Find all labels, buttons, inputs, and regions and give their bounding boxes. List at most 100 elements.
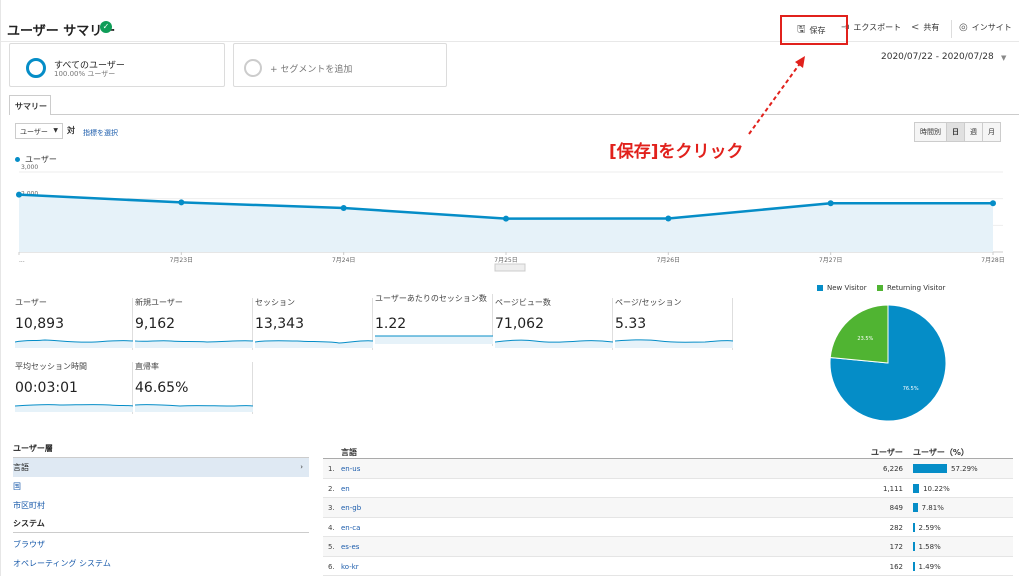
data-point[interactable] <box>178 199 185 206</box>
segment-percentage: 100.00% ユーザー <box>54 70 116 78</box>
insight-icon: ◎ <box>959 22 968 33</box>
granularity-day[interactable]: 日 <box>947 123 965 141</box>
row-index: 5. <box>328 543 335 551</box>
data-point[interactable] <box>827 200 834 207</box>
column-language: 言語 <box>341 448 357 457</box>
data-point[interactable] <box>340 205 347 211</box>
metric-select[interactable]: ユーザー ▼ <box>15 123 63 139</box>
sparkline-fill <box>375 336 493 344</box>
percent-bar <box>913 542 915 551</box>
data-point[interactable] <box>16 191 22 198</box>
x-tick-label: 7月23日 <box>170 257 193 264</box>
scorecard-sparkline <box>615 339 733 348</box>
percent-value: 1.58% <box>918 543 941 551</box>
percent-bar <box>913 561 915 571</box>
add-segment-button[interactable]: + セグメントを追加 <box>233 43 447 87</box>
column-users: ユーザー <box>871 448 903 457</box>
demographics-header: ユーザー層 <box>13 443 309 458</box>
table-row: 1. en-us 6,226 57.29% <box>323 459 1013 479</box>
metric-select-value: ユーザー <box>20 128 48 136</box>
pie-legend-returning: Returning Visitor <box>877 284 945 292</box>
system-header: システム <box>13 515 309 533</box>
users-value: 282 <box>889 523 903 532</box>
export-button[interactable]: ⇥ エクスポート <box>841 22 901 33</box>
language-table: 言語 ユーザー ユーザー（%） 1. en-us 6,226 57.29% 2. en 1,… <box>323 443 1013 576</box>
scorecard-sparkline <box>375 335 493 344</box>
share-button[interactable]: < 共有 <box>911 22 939 33</box>
scorecard-label: セッション <box>255 298 295 307</box>
language-link[interactable]: en-ca <box>341 524 360 532</box>
scorecard-label: 新規ユーザー <box>135 298 183 307</box>
granularity-toggle: 時間別 日 週 月 <box>914 122 1001 142</box>
annotation-text: [保存]をクリック <box>609 142 744 162</box>
scorecard-label: 直帰率 <box>135 362 159 371</box>
language-link[interactable]: en <box>341 485 350 493</box>
pie-slice-label: 76.5% <box>903 386 919 392</box>
granularity-month[interactable]: 月 <box>983 123 1000 141</box>
data-point[interactable] <box>665 215 672 222</box>
dimension-city[interactable]: 市区町村 <box>13 496 309 515</box>
percent-value: 10.22% <box>923 484 950 493</box>
scorecard-value: 9,162 <box>135 316 176 332</box>
scorecard: ページ/セッション 5.33 <box>613 298 733 350</box>
scorecard-sparkline <box>135 340 253 348</box>
percent-value: 57.29% <box>951 465 978 473</box>
pie-legend-new: New Visitor <box>817 284 867 292</box>
language-link[interactable]: es-es <box>341 543 359 551</box>
column-users-percent: ユーザー（%） <box>913 448 969 457</box>
scorecard-sparkline <box>495 339 613 348</box>
data-point[interactable] <box>503 215 509 222</box>
save-highlight-box <box>780 15 848 45</box>
granularity-hourly[interactable]: 時間別 <box>915 123 947 141</box>
scorecard-label: ユーザー <box>15 298 47 307</box>
dimension-list: ユーザー層 言語 › 国 市区町村 システム ブラウザ オペレーティング システ… <box>13 443 309 573</box>
scorecard: 平均セッション時間 00:03:01 <box>13 362 133 414</box>
chart-collapse-handle[interactable] <box>494 263 526 272</box>
legend-dot <box>15 157 20 162</box>
scorecard-sparkline <box>135 404 253 412</box>
tab-divider <box>51 114 1019 115</box>
segment-ring-icon <box>26 58 46 78</box>
select-metric-link[interactable]: 指標を選択 <box>83 128 118 138</box>
language-link[interactable]: ko-kr <box>341 563 359 571</box>
pie-slice-label: 23.5% <box>857 336 873 342</box>
export-label: エクスポート <box>853 23 902 32</box>
percent-bar <box>913 483 920 493</box>
row-index: 3. <box>328 504 335 512</box>
table-row: 3. en-gb 849 7.81% <box>323 498 1013 518</box>
users-value: 849 <box>889 504 903 512</box>
percent-value: 2.59% <box>918 523 941 532</box>
table-row: 4. en-ca 282 2.59% <box>323 518 1013 537</box>
scorecard-label: ページ/セッション <box>615 298 682 307</box>
legend-swatch <box>817 285 823 291</box>
insight-label: インサイト <box>971 23 1012 32</box>
row-index: 6. <box>328 562 335 571</box>
tab-summary[interactable]: サマリー <box>9 95 51 115</box>
language-link[interactable]: en-us <box>341 465 360 473</box>
users-line-chart: 3,0002,0001,000 ...7月23日7月24日7月25日7月26日7… <box>16 164 1005 272</box>
scorecard: 新規ユーザー 9,162 <box>133 298 253 350</box>
chevron-down-icon[interactable]: ▼ <box>1001 54 1006 62</box>
dimension-browser[interactable]: ブラウザ <box>13 535 309 554</box>
data-point[interactable] <box>990 200 996 207</box>
pie-slice[interactable] <box>829 304 889 364</box>
language-link[interactable]: en-gb <box>341 504 361 512</box>
percent-value: 7.81% <box>921 504 944 512</box>
table-row: 6. ko-kr 162 1.49% <box>323 557 1013 576</box>
table-row: 2. en 1,111 10.22% <box>323 479 1013 498</box>
empty-ring-icon <box>244 59 262 77</box>
scorecard-value: 5.33 <box>615 316 647 332</box>
legend-new-label: New Visitor <box>827 284 867 292</box>
dimension-language[interactable]: 言語 › <box>13 458 309 477</box>
scorecard-label: ユーザーあたりのセッション数 <box>375 294 487 303</box>
legend-returning-label: Returning Visitor <box>887 284 946 292</box>
insight-button[interactable]: ◎ インサイト <box>959 22 1012 33</box>
scorecard-label: ページビュー数 <box>495 298 551 307</box>
granularity-week[interactable]: 週 <box>965 123 983 141</box>
dimension-country[interactable]: 国 <box>13 477 309 496</box>
dimension-os[interactable]: オペレーティング システム <box>13 554 309 573</box>
date-range-picker[interactable]: 2020/07/22 - 2020/07/28 <box>881 52 994 62</box>
segment-all-users[interactable]: すべてのユーザー 100.00% ユーザー <box>9 43 225 87</box>
toolbar-divider <box>951 20 952 38</box>
scorecard: ユーザーあたりのセッション数 1.22 <box>373 294 493 346</box>
